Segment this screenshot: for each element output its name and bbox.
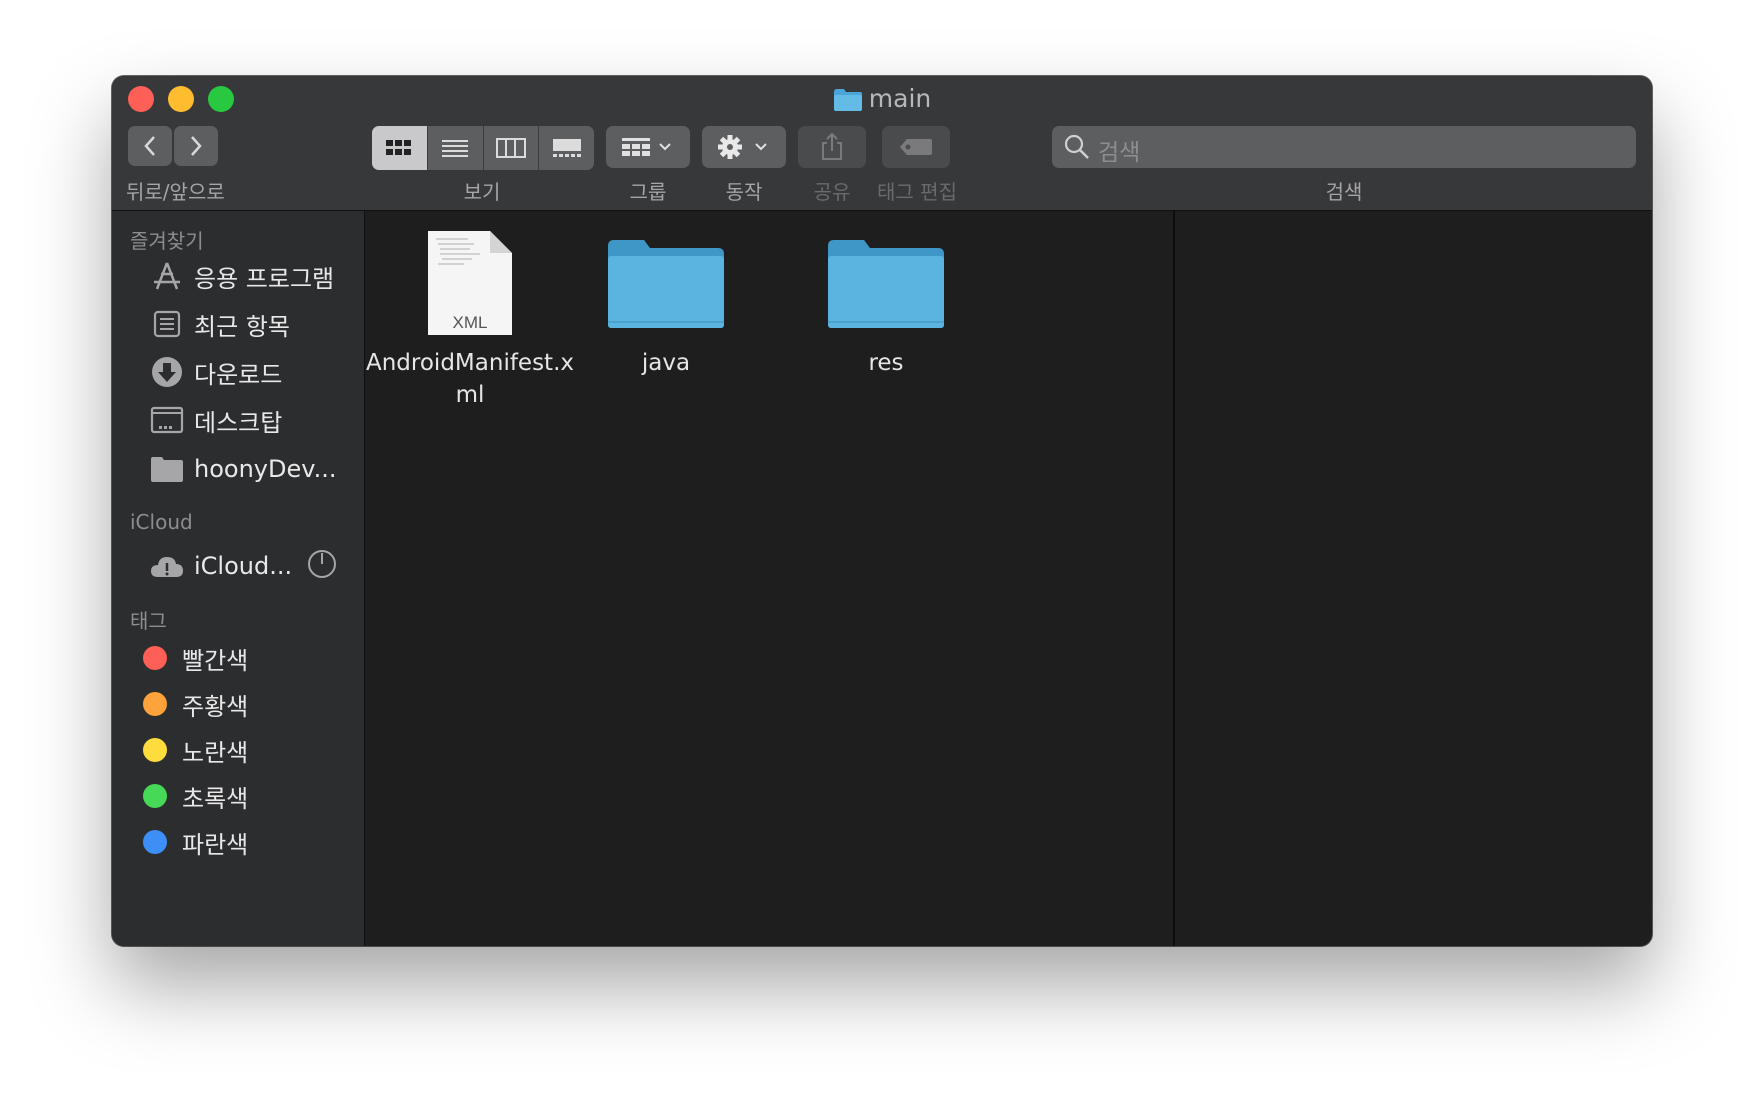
tag-dot xyxy=(143,738,167,762)
file-name: res xyxy=(868,350,904,376)
edit-tags-button[interactable] xyxy=(882,126,950,168)
edit-tags-label: 태그 편집 xyxy=(877,180,957,204)
tag-dot xyxy=(143,830,167,854)
sidebar-item-recents[interactable]: 최근 항목 xyxy=(148,303,290,345)
finder-window: main 뒤로/앞으로 보기 그룹 동작 공유 태그 편집 검색 검색 즐겨찾기… xyxy=(112,76,1652,946)
preview-pane xyxy=(1173,211,1652,946)
folder-icon xyxy=(148,450,186,488)
sidebar-item-label: 응용 프로그램 xyxy=(194,264,335,293)
group-label: 그룹 xyxy=(629,180,667,204)
group-button[interactable] xyxy=(606,126,690,168)
chevron-left-icon xyxy=(144,136,155,156)
file-type-badge: XML xyxy=(453,313,488,332)
back-forward-label: 뒤로/앞으로 xyxy=(126,180,225,204)
storage-progress-icon xyxy=(306,548,338,584)
share-icon xyxy=(822,132,842,160)
columns-icon xyxy=(495,138,526,158)
action-button[interactable] xyxy=(702,126,786,168)
sidebar-tag-red[interactable]: 빨간색 xyxy=(136,637,248,679)
action-label: 동작 xyxy=(725,180,763,204)
file-name: java xyxy=(641,350,691,376)
sidebar-item-label: 노란색 xyxy=(182,738,249,767)
sidebar-item-label: hoonyDev... xyxy=(194,455,337,483)
tag-icon xyxy=(900,139,932,155)
sidebar-item-applications[interactable]: 응용 프로그램 xyxy=(148,255,334,297)
sidebar-item-folder[interactable]: hoonyDev... xyxy=(148,448,336,490)
gallery-view-button[interactable] xyxy=(538,126,594,170)
view-mode-control xyxy=(372,126,594,170)
sidebar-item-desktop[interactable]: 데스크탑 xyxy=(148,399,282,441)
gallery-icon xyxy=(552,139,581,157)
list-view-button[interactable] xyxy=(426,126,483,170)
folder-icon xyxy=(781,229,991,339)
desktop-icon xyxy=(148,401,186,439)
icon-view-button[interactable] xyxy=(372,126,427,170)
icloud-heading: iCloud xyxy=(130,510,193,534)
sidebar: 즐겨찾기 응용 프로그램 최근 항목 다운로드 데스크탑 hoonyDev...… xyxy=(112,211,365,946)
folder-item[interactable]: java xyxy=(561,229,771,379)
chevron-right-icon xyxy=(191,136,202,156)
file-name: AndroidManifest.xml xyxy=(366,350,574,408)
folder-icon xyxy=(833,89,862,111)
folder-icon xyxy=(561,229,771,339)
favorites-heading: 즐겨찾기 xyxy=(130,229,204,253)
sidebar-item-label: 빨간색 xyxy=(182,646,249,675)
icloud-warning-icon xyxy=(148,547,186,585)
sidebar-tag-green[interactable]: 초록색 xyxy=(136,775,248,817)
folder-item[interactable]: res xyxy=(781,229,991,379)
sidebar-item-label: 주황색 xyxy=(182,692,249,721)
window-title: main xyxy=(112,84,1652,114)
sidebar-tag-yellow[interactable]: 노란색 xyxy=(136,729,248,771)
back-button[interactable] xyxy=(128,126,172,166)
recents-icon xyxy=(148,305,186,343)
group-icon xyxy=(622,138,671,156)
applications-icon xyxy=(148,257,186,295)
search-input[interactable]: 검색 xyxy=(1098,133,1140,167)
search-label: 검색 xyxy=(1325,180,1363,204)
share-button[interactable] xyxy=(798,126,866,168)
file-item[interactable]: XML AndroidManifest.xml xyxy=(365,229,575,411)
sidebar-tag-orange[interactable]: 주황색 xyxy=(136,683,248,725)
tag-dot xyxy=(143,646,167,670)
tags-heading: 태그 xyxy=(130,609,167,633)
sidebar-item-label: iCloud... xyxy=(194,552,293,580)
window-title-text: main xyxy=(868,84,932,113)
tag-dot xyxy=(143,692,167,716)
grid-icon xyxy=(386,140,412,155)
downloads-icon xyxy=(148,353,186,391)
list-icon xyxy=(442,140,469,157)
sidebar-item-label: 최근 항목 xyxy=(194,312,290,341)
sidebar-item-label: 다운로드 xyxy=(194,360,283,389)
xml-file-icon: XML xyxy=(365,229,575,339)
view-label: 보기 xyxy=(463,180,501,204)
search-icon xyxy=(1064,134,1089,159)
search-field[interactable]: 검색 xyxy=(1052,126,1636,168)
sidebar-item-icloud-drive[interactable]: iCloud... xyxy=(148,545,338,587)
sidebar-item-downloads[interactable]: 다운로드 xyxy=(148,351,282,393)
column-view-button[interactable] xyxy=(482,126,539,170)
gear-icon xyxy=(718,135,767,159)
sidebar-item-label: 파란색 xyxy=(182,830,249,859)
forward-button[interactable] xyxy=(174,126,218,166)
tag-dot xyxy=(143,784,167,808)
toolbar: main 뒤로/앞으로 보기 그룹 동작 공유 태그 편집 검색 검색 xyxy=(112,76,1652,211)
sidebar-item-label: 초록색 xyxy=(182,784,249,813)
sidebar-tag-blue[interactable]: 파란색 xyxy=(136,821,248,863)
file-browser: XML AndroidManifest.xml java res xyxy=(365,211,1172,946)
sidebar-item-label: 데스크탑 xyxy=(194,408,283,437)
